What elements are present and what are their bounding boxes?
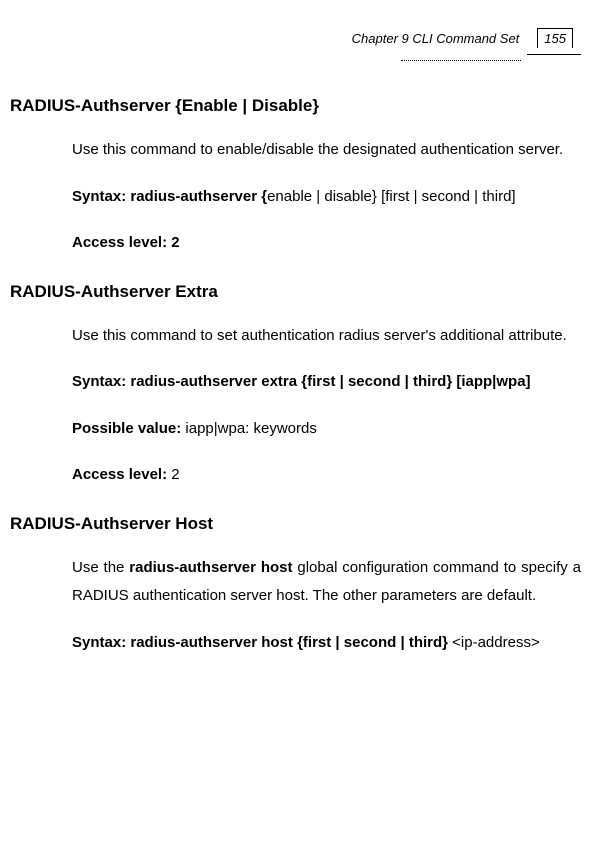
access-rest: 2 [171, 466, 179, 483]
syntax-label: Syntax: radius-authserver extra {first |… [72, 373, 531, 390]
possible-text: Possible value: iapp|wpa: keywords [72, 415, 581, 444]
section-title: RADIUS-Authserver Extra [10, 282, 581, 302]
section-body: Use this command to enable/disable the d… [10, 136, 581, 165]
syntax-text: Syntax: radius-authserver extra {first |… [72, 368, 581, 397]
section-title: RADIUS-Authserver {Enable | Disable} [10, 96, 581, 116]
syntax-block: Syntax: radius-authserver extra {first |… [10, 368, 581, 397]
header-rule [0, 54, 581, 68]
syntax-label: Syntax: radius-authserver host {first | … [72, 634, 452, 651]
access-label: Access level: [72, 466, 171, 483]
syntax-block: Syntax: radius-authserver {enable | disa… [10, 183, 581, 212]
desc-bold: radius-authserver host [129, 559, 292, 576]
chapter-title: Chapter 9 CLI Command Set [352, 31, 520, 46]
possible-label: Possible value: [72, 420, 185, 437]
description-text: Use this command to enable/disable the d… [72, 136, 581, 165]
syntax-rest: enable | disable} [first | second | thir… [267, 188, 516, 205]
syntax-rest: <ip-address> [452, 634, 540, 651]
page-content: RADIUS-Authserver {Enable | Disable} Use… [0, 96, 581, 657]
access-block: Access level: 2 [10, 229, 581, 258]
access-text: Access level: 2 [72, 229, 581, 258]
desc-rest: Use this command to set authentication r… [72, 327, 567, 344]
desc-rest: Use this command to enable/disable the d… [72, 141, 563, 158]
possible-block: Possible value: iapp|wpa: keywords [10, 415, 581, 444]
access-text: Access level: 2 [72, 461, 581, 490]
page-header: Chapter 9 CLI Command Set 155 [0, 28, 581, 48]
access-label: Access level: 2 [72, 234, 180, 251]
possible-rest: iapp|wpa: keywords [185, 420, 316, 437]
description-text: Use the radius-authserver host global co… [72, 554, 581, 611]
access-block: Access level: 2 [10, 461, 581, 490]
desc-prefix: Use the [72, 559, 129, 576]
syntax-text: Syntax: radius-authserver {enable | disa… [72, 183, 581, 212]
syntax-text: Syntax: radius-authserver host {first | … [72, 629, 581, 658]
syntax-label: Syntax: radius-authserver { [72, 188, 267, 205]
syntax-block: Syntax: radius-authserver host {first | … [10, 629, 581, 658]
page-number: 155 [537, 28, 573, 48]
section-body: Use the radius-authserver host global co… [10, 554, 581, 611]
section-title: RADIUS-Authserver Host [10, 514, 581, 534]
description-text: Use this command to set authentication r… [72, 322, 581, 351]
section-body: Use this command to set authentication r… [10, 322, 581, 351]
